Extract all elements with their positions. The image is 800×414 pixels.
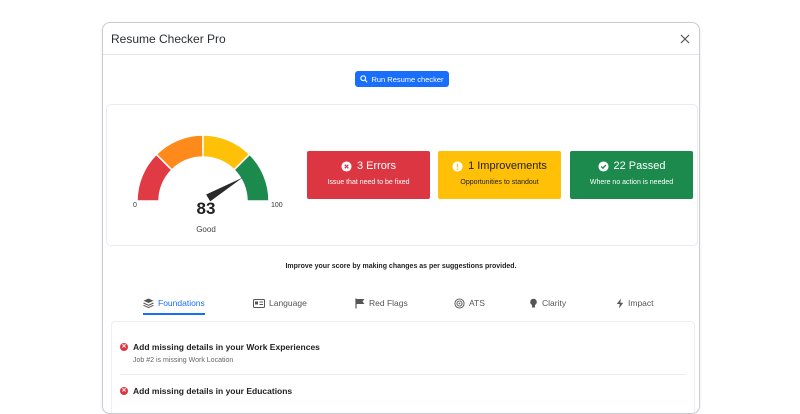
error-icon: ✕ xyxy=(120,387,128,395)
results-panel: ✕ Add missing details in your Work Exper… xyxy=(111,321,695,413)
tab-clarity[interactable]: Clarity xyxy=(529,293,566,313)
errors-subtitle: Issue that need to be fixed xyxy=(327,179,410,186)
issue-title: Add missing details in your Work Experie… xyxy=(133,342,320,352)
tab-label: Language xyxy=(269,298,307,308)
resume-checker-window: Resume Checker Pro Run Resume checker 0 … xyxy=(102,22,700,414)
tab-label: Impact xyxy=(628,298,654,308)
flag-icon xyxy=(355,298,365,308)
tab-label: Red Flags xyxy=(369,298,408,308)
passed-headline: 22 Passed xyxy=(613,160,666,172)
lightbulb-icon xyxy=(530,298,537,307)
warning-circle-icon xyxy=(452,160,463,172)
improvements-headline: 1 Improvements xyxy=(468,160,547,172)
gauge-score: 83 xyxy=(196,199,216,218)
tab-language[interactable]: Language xyxy=(253,293,307,313)
issue-detail: Job #2 is missing Work Location xyxy=(133,357,234,364)
gauge-min-label: 0 xyxy=(133,202,137,209)
improve-message: Improve your score by making changes as … xyxy=(285,263,517,270)
close-button[interactable] xyxy=(675,29,695,49)
search-icon xyxy=(360,75,369,83)
errors-card[interactable]: 3 Errors Issue that need to be fixed xyxy=(307,151,430,199)
errors-headline: 3 Errors xyxy=(356,160,397,172)
gauge-max-label: 100 xyxy=(271,202,283,209)
passed-subtitle: Where no action is needed xyxy=(589,179,674,186)
passed-card[interactable]: 22 Passed Where no action is needed xyxy=(570,151,693,199)
divider xyxy=(120,374,686,375)
issue-item[interactable]: ✕ Add missing details in your Educations xyxy=(120,386,292,396)
tab-label: ATS xyxy=(469,298,485,308)
gauge-rating: Good xyxy=(196,225,216,234)
error-circle-icon xyxy=(341,160,352,172)
improvements-card[interactable]: 1 Improvements Opportunities to standout xyxy=(438,151,561,199)
tab-label: Clarity xyxy=(542,298,567,308)
score-card: 0 100 83 Good 3 Errors Issue that need t… xyxy=(106,104,698,246)
window-title: Resume Checker Pro xyxy=(111,32,226,46)
score-gauge xyxy=(136,134,270,202)
run-resume-checker-button[interactable]: Run Resume checker xyxy=(355,71,449,87)
title-bar: Resume Checker Pro xyxy=(103,23,699,55)
close-icon xyxy=(680,34,690,44)
improvements-subtitle: Opportunities to standout xyxy=(460,179,539,186)
tab-ats[interactable]: ATS xyxy=(454,293,485,313)
tab-impact[interactable]: Impact xyxy=(616,293,654,313)
tab-red-flags[interactable]: Red Flags xyxy=(355,293,408,313)
run-button-label: Run Resume checker xyxy=(371,74,444,84)
check-circle-icon xyxy=(597,160,609,172)
id-card-icon xyxy=(253,298,265,308)
tab-foundations[interactable]: Foundations xyxy=(143,293,205,315)
target-icon xyxy=(454,297,465,309)
error-icon: ✕ xyxy=(120,343,128,351)
gauge-needle xyxy=(206,177,243,202)
layers-icon xyxy=(143,298,154,308)
lightning-icon xyxy=(616,298,624,308)
issue-item[interactable]: ✕ Add missing details in your Work Exper… xyxy=(120,342,320,364)
issue-title: Add missing details in your Educations xyxy=(133,386,293,396)
tab-label: Foundations xyxy=(158,298,205,308)
